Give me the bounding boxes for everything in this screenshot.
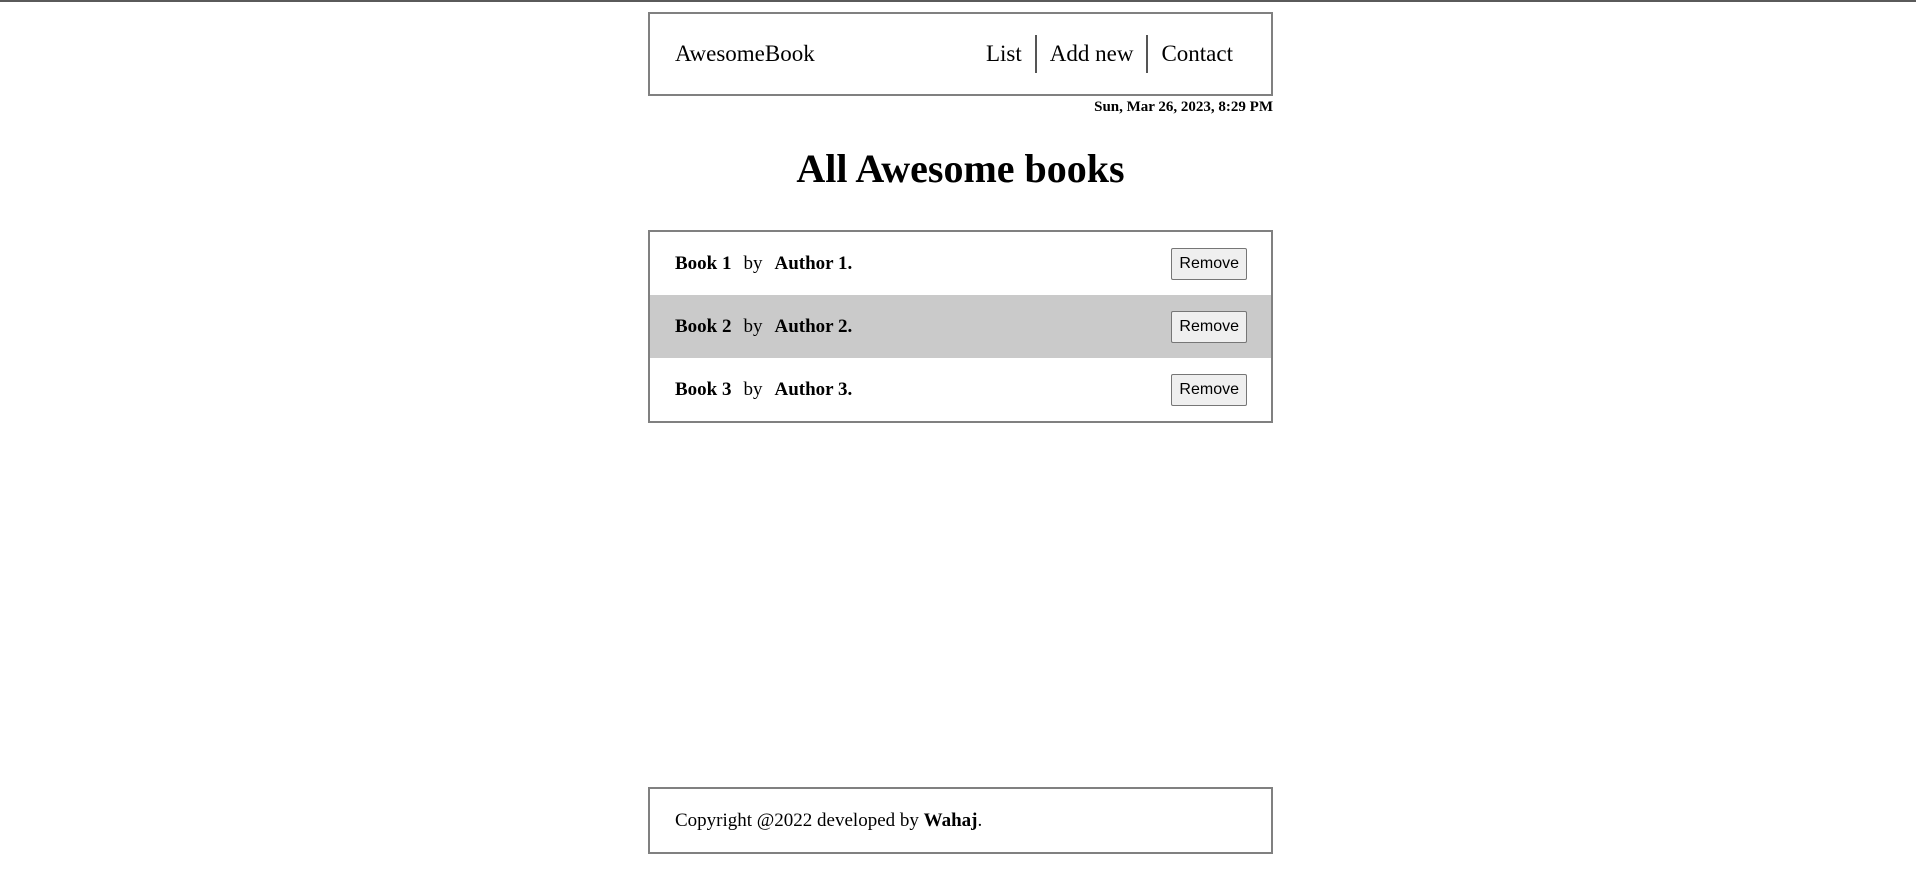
- book-author: Author 2.: [774, 315, 853, 337]
- book-row: Book 2 by Author 2. Remove: [650, 295, 1271, 358]
- page-container: AwesomeBook List Add new Contact Sun, Ma…: [648, 12, 1273, 423]
- nav-links: List Add new Contact: [973, 35, 1247, 73]
- footer-author: Wahaj: [923, 809, 978, 831]
- book-title: Book 2: [675, 315, 732, 337]
- book-title: Book 1: [675, 252, 732, 274]
- footer: Copyright @2022 developed by Wahaj.: [648, 787, 1273, 854]
- remove-button[interactable]: Remove: [1171, 310, 1247, 343]
- book-row: Book 3 by Author 3. Remove: [650, 358, 1271, 421]
- current-datetime: Sun, Mar 26, 2023, 8:29 PM: [1094, 99, 1273, 115]
- window-top-border: [0, 0, 1916, 2]
- brand-logo[interactable]: AwesomeBook: [675, 41, 815, 67]
- book-info: Book 3 by Author 3.: [675, 379, 852, 401]
- book-by-text: by: [743, 252, 763, 274]
- book-info: Book 1 by Author 1.: [675, 253, 852, 275]
- remove-button[interactable]: Remove: [1171, 373, 1247, 406]
- book-author: Author 1.: [774, 252, 853, 274]
- book-by-text: by: [743, 315, 763, 337]
- book-by-text: by: [743, 378, 763, 400]
- navbar: AwesomeBook List Add new Contact: [648, 12, 1273, 96]
- book-list: Book 1 by Author 1. Remove Book 2 by Author …: [648, 230, 1273, 423]
- book-title: Book 3: [675, 378, 732, 400]
- book-author: Author 3.: [774, 378, 853, 400]
- footer-suffix: .: [977, 809, 983, 831]
- remove-button[interactable]: Remove: [1171, 247, 1247, 280]
- book-info: Book 2 by Author 2.: [675, 316, 852, 338]
- nav-link-contact[interactable]: Contact: [1148, 35, 1247, 73]
- page-title: All Awesome books: [796, 146, 1125, 191]
- footer-prefix: Copyright @2022 developed by: [675, 809, 924, 831]
- book-row: Book 1 by Author 1. Remove: [650, 232, 1271, 295]
- nav-link-add-new[interactable]: Add new: [1037, 35, 1147, 73]
- nav-link-list[interactable]: List: [973, 35, 1035, 73]
